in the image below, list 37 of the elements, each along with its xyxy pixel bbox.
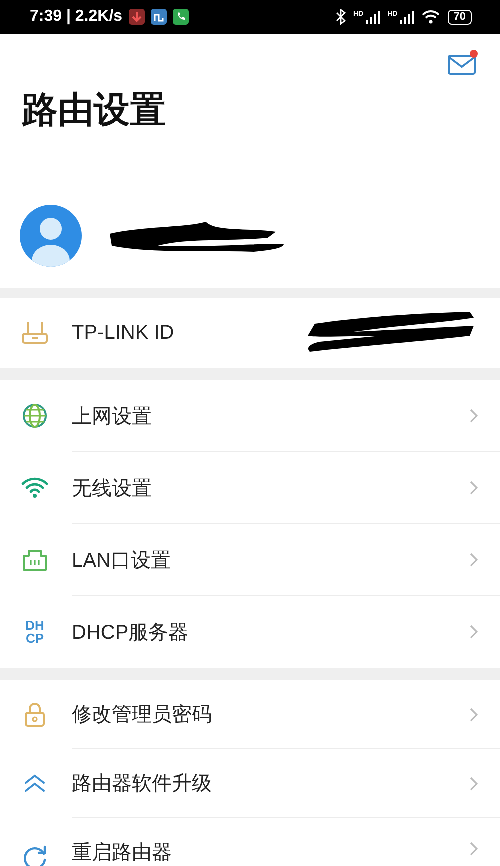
item-label: 无线设置: [72, 476, 153, 502]
mail-icon[interactable]: [448, 50, 478, 76]
wifi-signal-icon: [422, 10, 440, 24]
settings-item[interactable]: 路由器软件升级: [0, 749, 500, 818]
item-label: 重启路由器: [72, 842, 173, 864]
settings-item[interactable]: DH CP DHCP服务器: [0, 596, 500, 668]
icon-text: CP: [26, 632, 44, 645]
settings-item[interactable]: 修改管理员密码: [0, 680, 500, 749]
battery-level: 70: [448, 10, 472, 24]
item-label: 修改管理员密码: [72, 703, 213, 728]
settings-item[interactable]: 无线设置: [0, 452, 500, 524]
chevron-icon: [470, 553, 478, 567]
status-time: 7:39 | 2.2K/s: [30, 8, 123, 26]
item-label: LAN口设置: [72, 548, 172, 574]
chevron-icon: [470, 842, 478, 856]
settings-item[interactable]: 上网设置: [0, 380, 500, 452]
item-label: 路由器软件升级: [72, 772, 213, 797]
chevron-icon: [470, 409, 478, 423]
chevron-icon: [470, 625, 478, 639]
download-app-icon: [128, 9, 145, 25]
chevron-icon: [470, 481, 478, 495]
signal-icon: [400, 10, 414, 24]
signal-icon: [366, 10, 380, 24]
avatar-icon[interactable]: [20, 205, 82, 267]
phone-app-icon: [172, 9, 189, 25]
app-icon: [150, 9, 167, 25]
settings-item[interactable]: 重启路由器: [0, 818, 500, 866]
bluetooth-icon: [336, 9, 346, 25]
globe-icon: [20, 401, 50, 431]
page-title: 路由设置: [22, 88, 166, 132]
chevron-icon: [470, 776, 478, 790]
account-label[interactable]: TP-LINK ID: [72, 322, 174, 344]
item-label: DHCP服务器: [72, 620, 190, 646]
chevron-icon: [470, 708, 478, 722]
settings-item[interactable]: LAN口设置: [0, 524, 500, 596]
item-label: 上网设置: [72, 404, 153, 430]
icon-text: DH: [26, 619, 44, 632]
